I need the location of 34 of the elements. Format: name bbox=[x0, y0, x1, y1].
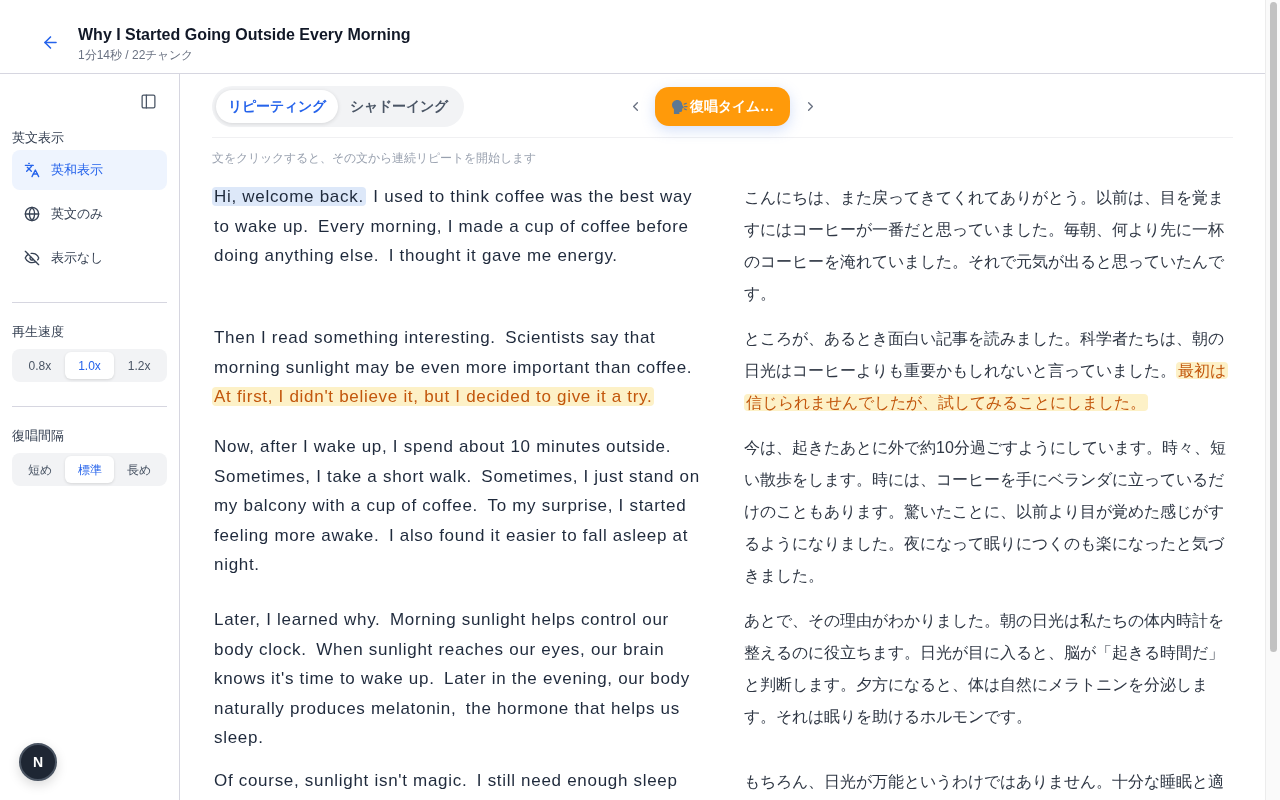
mode-tab[interactable]: リピーティング bbox=[216, 90, 338, 123]
english-paragraph[interactable]: Now, after I wake up, I spend about 10 minutes outside. Sometimes, I take a short walk. Sometimes, I just stand on my balcony with a cup of coffee. To my surprise, I started feeling more awake. I also found it easier to fall asleep at night. bbox=[212, 432, 701, 580]
japanese-paragraph: こんにちは、また戻ってきてくれてありがとう。以前は、目を覚ますにはコーヒーが一番だと思っていました。毎朝、何より先に一杯のコーヒーを淹れていました。それで元気が出ると思っていたんです。 bbox=[744, 188, 1225, 304]
globe-icon bbox=[24, 206, 40, 222]
japanese-paragraph: 今は、起きたあとに外で約10分過ごすようにしています。時々、短い散歩をします。時には、コーヒーを手にベランダに立っているだけのこともあります。驚いたことに、以前より目が覚めた感じがするようになりました。夜になって眠りにつくのも楽になったと気づきました。 bbox=[744, 438, 1227, 586]
display-mode-item[interactable]: 英和表示 bbox=[12, 150, 167, 190]
english-paragraph[interactable]: Of course, sunlight isn't magic. I still need enough sleep bbox=[212, 765, 701, 795]
english-paragraph[interactable]: Then I read something interesting. Scientists say that morning sunlight may be even more important than coffee. At first, I didn't believe it, but I decided to give it a try. bbox=[212, 323, 701, 412]
segment-option[interactable]: 0.8x bbox=[15, 352, 65, 379]
display-mode-item[interactable]: 英文のみ bbox=[12, 194, 167, 234]
hint-text: 文をクリックすると、その文から連続リピートを開始します bbox=[212, 150, 537, 166]
page-title: Why I Started Going Outside Every Morning bbox=[78, 24, 411, 45]
segment-option[interactable]: 1.0x bbox=[64, 352, 115, 379]
segment-option[interactable]: 短め bbox=[15, 456, 65, 483]
japanese-paragraph: ところが、あるとき面白い記事を読みました。科学者たちは、朝の日光はコーヒーよりも重要かもしれないと言っていました。最初は信じられませんでしたが、試してみることにしました。 bbox=[744, 329, 1229, 413]
mode-tab[interactable]: シャドーイング bbox=[338, 90, 460, 123]
sidebar-panel-icon bbox=[139, 92, 157, 110]
scrollbar[interactable] bbox=[1265, 0, 1280, 800]
display-mode-item[interactable]: 表示なし bbox=[12, 238, 167, 278]
segment-option[interactable]: 長め bbox=[114, 456, 164, 483]
dev-indicator-button[interactable]: N bbox=[19, 743, 57, 781]
segment-option[interactable]: 1.2x bbox=[114, 352, 164, 379]
english-paragraph[interactable]: Later, I learned why. Morning sunlight helps control our body clock. When sunlight reaches our eyes, our brain knows it's time to wake up. Later in the evening, our body naturally produces melatonin, the hormone that helps us sleep. bbox=[212, 605, 701, 753]
translate-icon bbox=[24, 162, 40, 178]
page-subtitle: 1分14秒 / 22チャンク bbox=[78, 46, 195, 63]
english-paragraph[interactable]: Hi, welcome back. I used to think coffee was the best way to wake up. Every morning, I made a cup of coffee before doing anything else. I thought it gave me energy. bbox=[212, 182, 701, 271]
segment-option[interactable]: 標準 bbox=[64, 456, 115, 483]
section-label: 復唱間隔 bbox=[12, 427, 65, 445]
japanese-paragraph: もちろん、日光が万能というわけではありません。十分な睡眠と適 bbox=[744, 771, 1225, 792]
eye-off-icon bbox=[24, 250, 40, 266]
speaking-head-icon bbox=[671, 98, 690, 115]
section-label: 再生速度 bbox=[12, 323, 65, 341]
japanese-paragraph: あとで、その理由がわかりました。朝の日光は私たちの体内時計を整えるのに役立ちます。日光が目に入ると、脳が「起きる時間だ」と判断します。夕方になると、体は自然にメラトニンを分泌します。それは眠りを助けるホルモンです。 bbox=[744, 611, 1225, 727]
section-label: 英文表示 bbox=[12, 129, 65, 147]
